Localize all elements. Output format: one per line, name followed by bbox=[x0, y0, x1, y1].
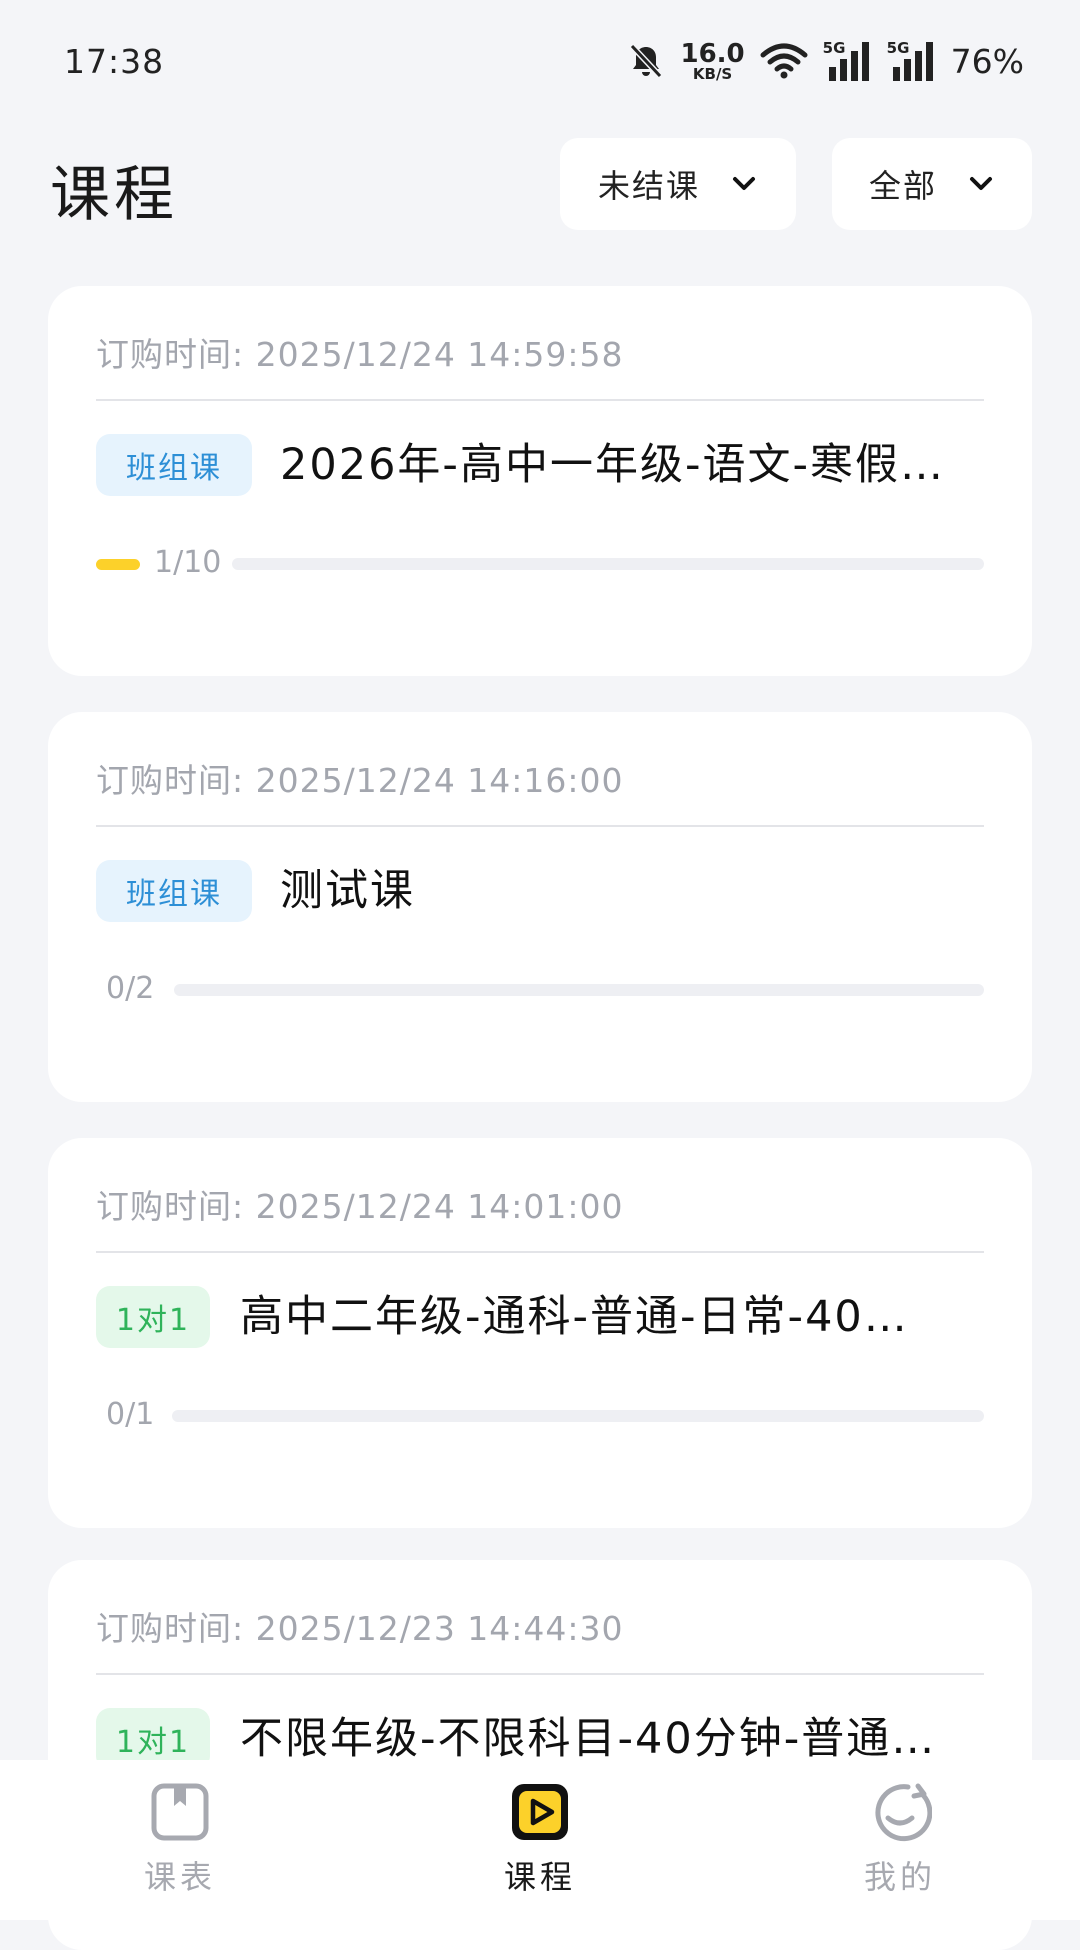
order-time: 订购时间: 2025/12/24 14:16:00 bbox=[96, 761, 624, 800]
course-type-badge: 班组课 bbox=[96, 860, 252, 922]
schedule-icon bbox=[151, 1783, 209, 1841]
progress-track bbox=[172, 1410, 984, 1422]
progress-track bbox=[232, 558, 984, 570]
page-title: 课程 bbox=[50, 160, 178, 230]
nav-item-courses[interactable]: 课程 bbox=[460, 1780, 620, 1898]
signal-icon: 5G bbox=[823, 39, 873, 83]
divider bbox=[96, 399, 984, 401]
nav-label: 我的 bbox=[863, 1858, 936, 1896]
nav-label: 课程 bbox=[503, 1858, 576, 1896]
order-time: 订购时间: 2025/12/23 14:44:30 bbox=[96, 1609, 624, 1648]
bottom-nav: 课表 课程 我的 bbox=[0, 1760, 1080, 1920]
battery-level: 76% bbox=[950, 41, 1024, 81]
scope-filter-dropdown[interactable]: 全部 bbox=[832, 138, 1032, 230]
course-title: 测试课 bbox=[280, 866, 415, 916]
wifi-icon bbox=[759, 41, 809, 81]
progress-bar: 0/1 bbox=[96, 1392, 984, 1438]
divider bbox=[96, 1673, 984, 1675]
scope-filter-label: 全部 bbox=[868, 167, 937, 205]
course-type-badge: 班组课 bbox=[96, 434, 252, 496]
bell-muted-icon bbox=[626, 41, 666, 81]
divider bbox=[96, 1251, 984, 1253]
order-time: 订购时间: 2025/12/24 14:01:00 bbox=[96, 1187, 624, 1226]
progress-label: 1/10 bbox=[154, 545, 222, 580]
course-card[interactable]: 订购时间: 2025/12/24 14:16:00 班组课 测试课 0/2 bbox=[48, 712, 1032, 1102]
chevron-down-icon bbox=[970, 177, 992, 190]
progress-bar: 0/2 bbox=[96, 966, 984, 1012]
course-type-badge: 1对1 bbox=[96, 1286, 210, 1348]
course-card[interactable]: 订购时间: 2025/12/24 14:59:58 班组课 2026年-高中一年… bbox=[48, 286, 1032, 676]
network-speed: 16.0 KB/S bbox=[680, 38, 745, 83]
status-bar: 17:38 16.0 KB/S 5G 5G 76% bbox=[0, 0, 1080, 110]
nav-item-schedule[interactable]: 课表 bbox=[100, 1780, 260, 1898]
progress-track bbox=[174, 984, 984, 996]
status-time: 17:38 bbox=[64, 42, 165, 81]
nav-label: 课表 bbox=[143, 1858, 216, 1896]
smiley-profile-icon bbox=[875, 1783, 932, 1842]
course-card[interactable]: 订购时间: 2025/12/24 14:01:00 1对1 高中二年级-通科-普… bbox=[48, 1138, 1032, 1528]
progress-fill bbox=[96, 559, 140, 570]
nav-item-mine[interactable]: 我的 bbox=[820, 1780, 980, 1898]
status-filter-dropdown[interactable]: 未结课 bbox=[560, 138, 796, 230]
progress-label: 0/1 bbox=[106, 1397, 155, 1432]
progress-bar: 1/10 bbox=[96, 540, 984, 586]
progress-label: 0/2 bbox=[106, 971, 155, 1006]
signal-icon: 5G bbox=[887, 39, 937, 83]
course-title: 高中二年级-通科-普通-日常-40… bbox=[240, 1292, 909, 1342]
play-course-icon bbox=[512, 1784, 568, 1840]
status-filter-label: 未结课 bbox=[597, 167, 700, 205]
chevron-down-icon bbox=[733, 177, 755, 190]
order-time: 订购时间: 2025/12/24 14:59:58 bbox=[96, 335, 624, 374]
course-title: 2026年-高中一年级-语文-寒假… bbox=[280, 440, 945, 490]
status-icons: 16.0 KB/S 5G 5G 76% bbox=[626, 36, 1024, 86]
divider bbox=[96, 825, 984, 827]
